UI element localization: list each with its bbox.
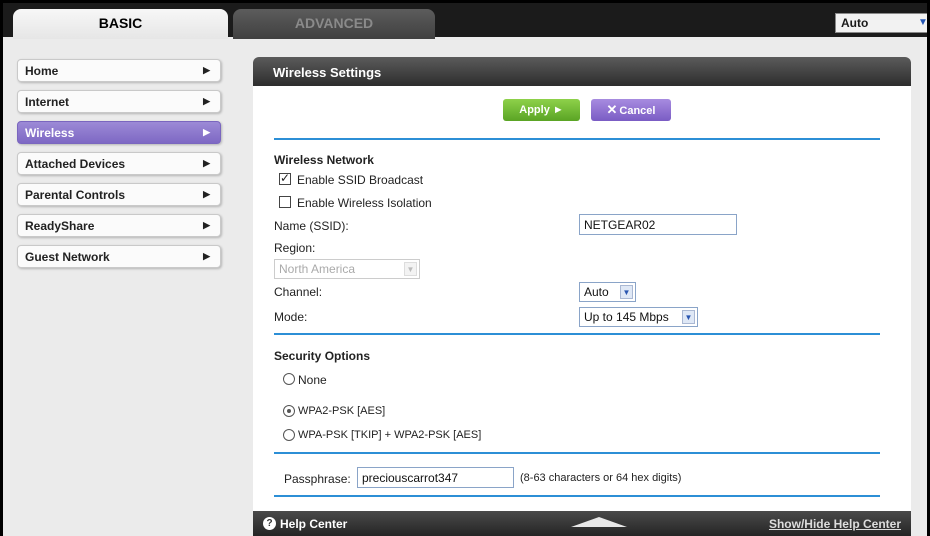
- wireless-settings-panel: Apply ► ✕Cancel Wireless Network Enable …: [253, 86, 911, 511]
- arrow-right-icon: ▶: [203, 127, 210, 137]
- sidebar-item-home[interactable]: Home ▶: [17, 59, 221, 82]
- sidebar-item-label: Wireless: [25, 126, 75, 140]
- chevron-down-icon: ▼: [918, 17, 928, 28]
- sidebar-item-label: Home: [25, 64, 59, 78]
- help-icon[interactable]: ?: [263, 517, 276, 530]
- enable-ssid-broadcast-label: Enable SSID Broadcast: [297, 173, 424, 187]
- enable-wireless-isolation-checkbox[interactable]: [279, 196, 291, 208]
- sidebar-item-label: Internet: [25, 95, 70, 109]
- security-wpa2-psk-aes-radio[interactable]: [283, 405, 295, 417]
- sidebar-item-guest-network[interactable]: Guest Network ▶: [17, 245, 221, 268]
- router-admin-window: BASIC ADVANCED Auto ▼ Home ▶ Internet ▶ …: [0, 0, 930, 536]
- security-none-label: None: [298, 373, 327, 387]
- top-bar: BASIC ADVANCED Auto ▼: [3, 3, 928, 39]
- channel-select[interactable]: Auto ▼: [579, 282, 636, 302]
- arrow-right-icon: ▶: [203, 96, 210, 106]
- language-select[interactable]: Auto ▼: [835, 13, 928, 33]
- mode-label: Mode:: [274, 310, 308, 324]
- help-center-bar: ? Help Center Show/Hide Help Center: [253, 511, 911, 536]
- chevron-down-icon: ▼: [682, 310, 695, 324]
- cancel-button[interactable]: ✕ Cancel: [591, 99, 671, 121]
- ssid-name-label: Name (SSID):: [274, 219, 349, 233]
- show-hide-help-center-link[interactable]: Show/Hide Help Center: [769, 517, 901, 531]
- cancel-button-label: Cancel: [619, 105, 656, 117]
- mode-select[interactable]: Up to 145 Mbps ▼: [579, 307, 698, 327]
- channel-select-value: Auto: [584, 285, 609, 299]
- sidebar-item-wireless[interactable]: Wireless ▶: [17, 121, 221, 144]
- divider: [274, 452, 880, 454]
- apply-button[interactable]: Apply ►: [503, 99, 580, 121]
- divider: [274, 495, 880, 497]
- sidebar-item-label: Attached Devices: [25, 157, 126, 171]
- arrow-right-icon: ▶: [203, 220, 210, 230]
- wireless-network-heading: Wireless Network: [274, 153, 374, 167]
- chevron-down-icon: ▼: [620, 285, 633, 299]
- arrow-right-icon: ▶: [203, 158, 210, 168]
- help-center-link[interactable]: Help Center: [280, 517, 347, 531]
- sidebar-item-label: Parental Controls: [25, 188, 126, 202]
- arrow-right-icon: ▶: [203, 251, 210, 261]
- sidebar-item-parental-controls[interactable]: Parental Controls ▶: [17, 183, 221, 206]
- arrow-right-icon: ▶: [203, 189, 210, 199]
- mode-select-value: Up to 145 Mbps: [584, 310, 669, 324]
- ssid-name-field[interactable]: NETGEAR02: [579, 214, 737, 235]
- security-none-radio[interactable]: [283, 373, 295, 385]
- region-select-value: North America: [279, 262, 356, 276]
- chevron-down-icon: ▼: [404, 262, 417, 276]
- enable-wireless-isolation-label: Enable Wireless Isolation: [297, 196, 432, 210]
- divider: [274, 138, 880, 140]
- language-select-value: Auto: [841, 16, 869, 30]
- sidebar-item-internet[interactable]: Internet ▶: [17, 90, 221, 113]
- region-label: Region:: [274, 241, 316, 255]
- channel-label: Channel:: [274, 285, 323, 299]
- arrow-right-icon: ▶: [203, 65, 210, 75]
- tab-advanced[interactable]: ADVANCED: [233, 9, 435, 39]
- expand-arrow-icon[interactable]: [571, 517, 627, 527]
- tab-basic[interactable]: BASIC: [13, 9, 228, 39]
- security-options-heading: Security Options: [274, 349, 371, 363]
- close-icon: ✕: [606, 102, 618, 117]
- sidebar-item-label: Guest Network: [25, 250, 110, 264]
- security-wpa-wpa2-mixed-label: WPA-PSK [TKIP] + WPA2-PSK [AES]: [298, 429, 482, 441]
- divider: [274, 333, 880, 335]
- region-select: North America ▼: [274, 259, 420, 279]
- security-wpa-wpa2-mixed-radio[interactable]: [283, 429, 295, 441]
- sidebar-nav: Home ▶ Internet ▶ Wireless ▶ Attached De…: [17, 59, 221, 276]
- sidebar-item-attached-devices[interactable]: Attached Devices ▶: [17, 152, 221, 175]
- passphrase-field[interactable]: preciouscarrot347: [357, 467, 514, 488]
- passphrase-label: Passphrase:: [284, 472, 351, 486]
- sidebar-item-label: ReadyShare: [25, 219, 95, 233]
- security-wpa2-psk-aes-label: WPA2-PSK [AES]: [298, 405, 386, 417]
- panel-title: Wireless Settings: [253, 57, 911, 86]
- passphrase-hint: (8-63 characters or 64 hex digits): [520, 472, 682, 484]
- enable-ssid-broadcast-checkbox[interactable]: [279, 171, 291, 185]
- sidebar-item-readyshare[interactable]: ReadyShare ▶: [17, 214, 221, 237]
